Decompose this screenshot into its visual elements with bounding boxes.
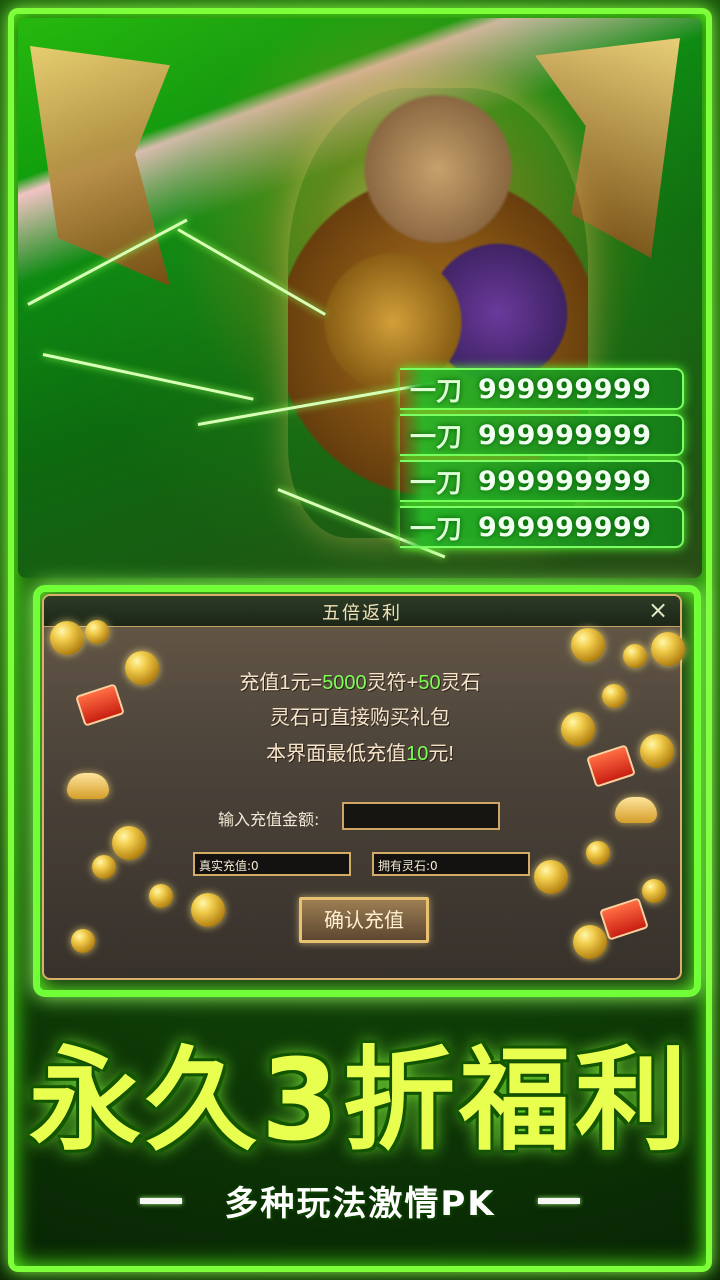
gold-coin-icon xyxy=(642,879,666,903)
rate-highlight-2: 50 xyxy=(418,672,441,694)
rate-suffix: 灵石 xyxy=(440,672,481,694)
left-dash-icon xyxy=(140,1197,183,1204)
gold-ingot-icon xyxy=(615,797,657,823)
rate-highlight-1: 5000 xyxy=(322,672,367,694)
damage-banner-3: 一刀 999999999 xyxy=(400,460,684,502)
damage-value: 999999999 xyxy=(478,373,652,405)
left-dragon-ornament xyxy=(30,46,170,286)
gold-coin-icon xyxy=(112,826,146,860)
minimum-highlight: 10 xyxy=(406,743,429,765)
gold-coin-icon xyxy=(191,893,225,927)
gold-coin-icon xyxy=(125,651,159,685)
gold-coin-icon xyxy=(651,632,685,666)
damage-value: 999999999 xyxy=(478,419,652,451)
damage-banner-1: 一刀 999999999 xyxy=(400,368,684,410)
recharge-amount-label: 输入充值金额: xyxy=(218,810,320,829)
gold-coin-icon xyxy=(573,925,607,959)
recharge-amount-input[interactable] xyxy=(342,802,500,830)
gold-coin-icon xyxy=(50,621,84,655)
gold-coin-icon xyxy=(85,620,109,644)
gold-coin-icon xyxy=(586,841,610,865)
gold-coin-icon xyxy=(640,734,674,768)
panel-header: 五倍返利 × xyxy=(44,596,680,627)
minimum-suffix: 元! xyxy=(428,743,454,765)
real-recharge-field: 真实充值:0 xyxy=(193,852,351,876)
damage-prefix: 一刀 xyxy=(410,468,463,499)
gold-coin-icon xyxy=(623,644,647,668)
minimum-prefix: 本界面最低充值 xyxy=(266,743,407,765)
damage-prefix: 一刀 xyxy=(410,514,463,545)
gold-coin-icon xyxy=(602,684,626,708)
lightning-bolt xyxy=(42,353,254,401)
promo-subline-wrap: 多种玩法激情PK xyxy=(0,1176,720,1225)
panel-title: 五倍返利 xyxy=(322,603,402,624)
gold-coin-icon xyxy=(149,884,173,908)
owned-stones-field: 拥有灵石:0 xyxy=(372,852,530,876)
promo-subline: 多种玩法激情PK xyxy=(224,1184,496,1224)
damage-prefix: 一刀 xyxy=(410,422,463,453)
damage-value: 999999999 xyxy=(478,511,652,543)
gold-coin-icon xyxy=(92,855,116,879)
close-icon[interactable]: × xyxy=(646,598,670,622)
right-dash-icon xyxy=(537,1197,580,1204)
rate-middle: 灵符+ xyxy=(366,672,419,694)
damage-prefix: 一刀 xyxy=(410,376,463,407)
confirm-recharge-button[interactable]: 确认充值 xyxy=(299,897,429,943)
gold-coin-icon xyxy=(561,712,595,746)
damage-banner-4: 一刀 999999999 xyxy=(400,506,684,548)
hero-artwork: 一刀 999999999 一刀 999999999 一刀 999999999 一… xyxy=(18,18,702,578)
gold-coin-icon xyxy=(571,628,605,662)
gold-coin-icon xyxy=(71,929,95,953)
rate-prefix: 充值1元= xyxy=(239,672,323,694)
damage-value: 999999999 xyxy=(478,465,652,497)
promo-headline: 永久3折福利 xyxy=(29,1036,691,1166)
gold-coin-icon xyxy=(534,860,568,894)
damage-banner-2: 一刀 999999999 xyxy=(400,414,684,456)
gold-ingot-icon xyxy=(67,773,109,799)
